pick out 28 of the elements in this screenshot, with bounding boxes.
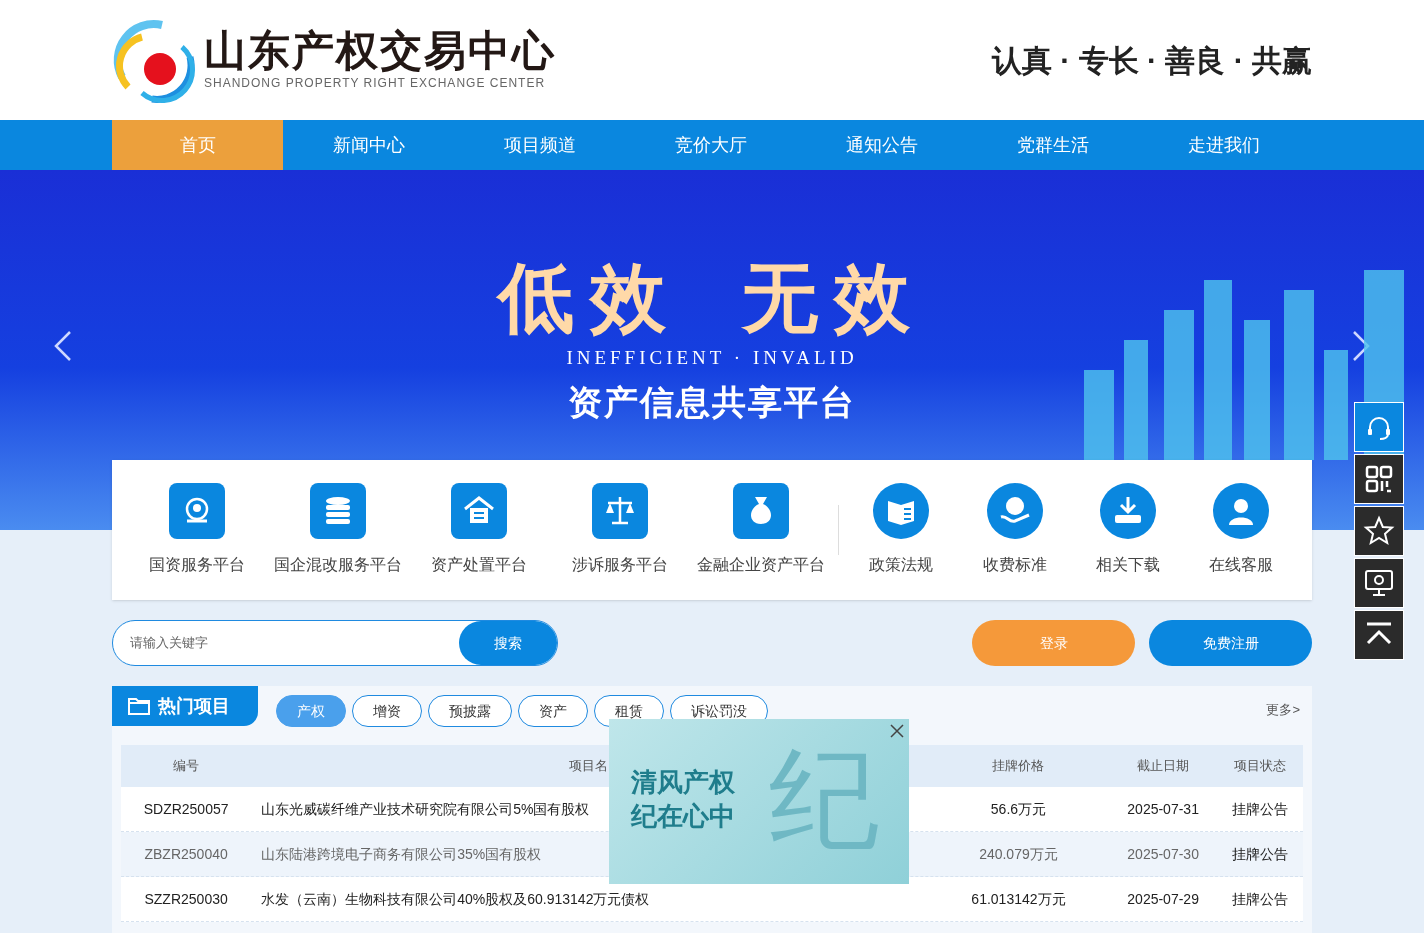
column-header: 挂牌价格: [991, 757, 1046, 776]
table-cell-text: 61.013142万元: [971, 889, 1066, 909]
table-cell-text: 2025-07-29: [1127, 889, 1199, 909]
table-cell-text: 2025-07-31: [1127, 799, 1199, 819]
slogan: 认真 · 专长 · 善良 · 共赢: [992, 42, 1312, 79]
column-header: 项目名: [568, 757, 610, 776]
column-header: 项目状态: [1232, 757, 1287, 776]
table-cell-text: 挂牌公告: [1231, 844, 1288, 864]
table-cell-text: ZBZR250040: [144, 844, 228, 864]
table-cell-text: 挂牌公告: [1231, 799, 1288, 819]
logo-title: 山东产权交易中心: [204, 28, 556, 74]
banner-headline: 无效: [742, 258, 926, 338]
table-cell-text: 56.6万元: [990, 799, 1047, 819]
column-header: 截止日期: [1136, 757, 1191, 776]
banner-subtitle: INEFFICIENT · INVALID: [566, 346, 858, 370]
popup-text: 纪在心中: [631, 800, 735, 833]
table-cell-text: SDZR250057: [143, 799, 229, 819]
table-cell-text: 山东光威碳纤维产业技术研究院有限公司5%国有股权: [261, 799, 590, 819]
column-header: 编号: [172, 757, 201, 776]
banner-tagline: 资产信息共享平台: [568, 381, 856, 423]
table-cell-text: 挂牌公告: [1231, 889, 1288, 909]
banner-headline: 低效: [498, 258, 682, 338]
table-cell-text: 240.079万元: [979, 844, 1058, 864]
table-cell-text: SZZR250030: [144, 889, 228, 909]
table-cell-text: 水发（云南）生物科技有限公司40%股权及60.913142万元债权: [261, 889, 650, 909]
logo-subtitle: SHANDONG PROPERTY RIGHT EXCHANGE CENTER: [204, 75, 547, 92]
table-cell-text: 山东陆港跨境电子商务有限公司35%国有股权: [261, 844, 542, 864]
table-cell-text: 2025-07-30: [1127, 844, 1199, 864]
